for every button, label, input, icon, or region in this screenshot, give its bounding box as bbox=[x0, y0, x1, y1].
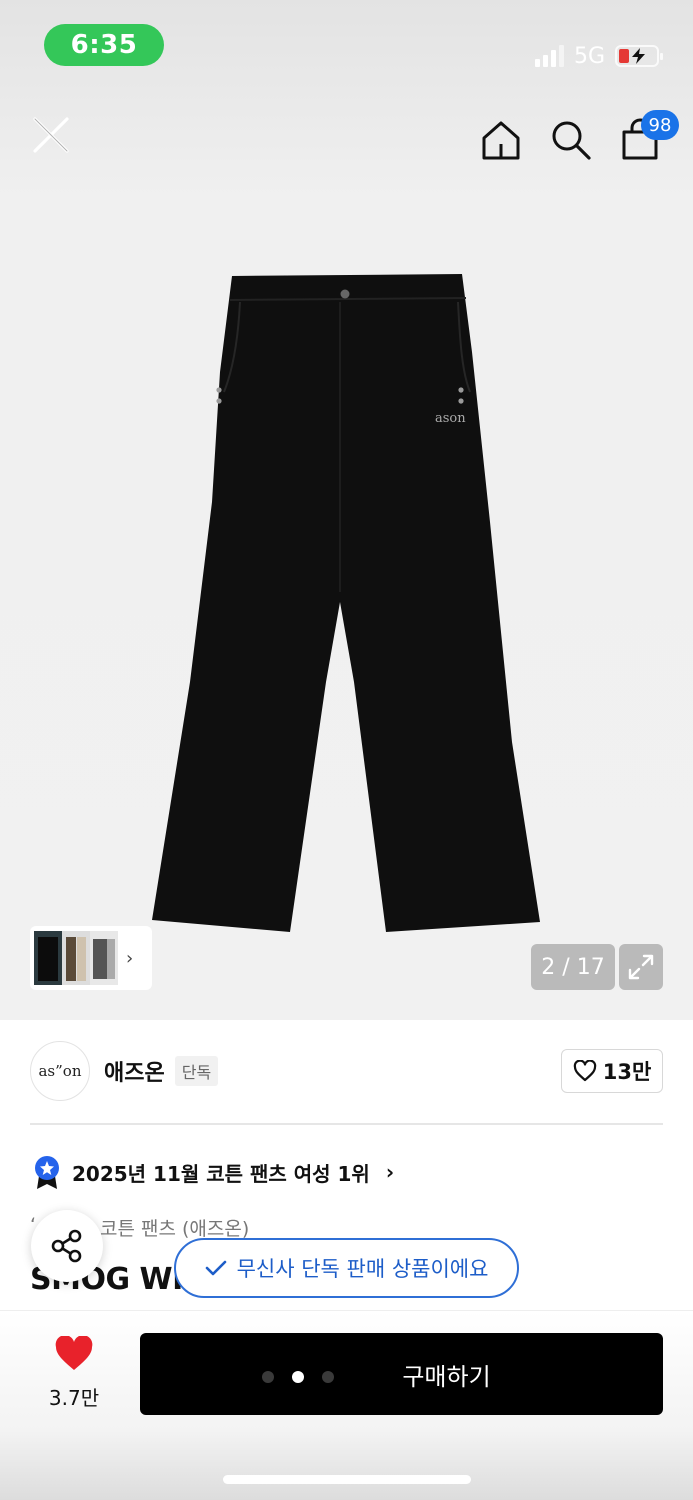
status-icons: 5G bbox=[534, 40, 663, 72]
top-nav-actions: 98 bbox=[479, 110, 679, 162]
cart-count-badge: 98 bbox=[641, 110, 679, 140]
cart-button[interactable]: 98 bbox=[619, 110, 679, 162]
rank-badge-icon bbox=[35, 1156, 59, 1189]
close-icon bbox=[33, 117, 69, 153]
product-image-gallery[interactable]: 6:35 5G 98 ason › 2 / 17 bbox=[0, 0, 693, 1020]
buy-button[interactable]: 구매하기 bbox=[140, 1333, 663, 1415]
home-icon bbox=[482, 121, 520, 160]
close-button[interactable] bbox=[30, 114, 72, 156]
home-indicator[interactable] bbox=[223, 1475, 471, 1484]
share-icon bbox=[51, 1229, 82, 1263]
battery-charging-icon bbox=[615, 45, 663, 67]
chevron-right-icon: › bbox=[385, 1160, 395, 1184]
network-type: 5G bbox=[573, 43, 605, 69]
wishlist-count: 3.7만 bbox=[48, 1386, 100, 1410]
exclusive-toast: 무신사 단독 판매 상품이에요 bbox=[174, 1238, 519, 1298]
divider bbox=[30, 1123, 663, 1125]
product-logo-print: ason bbox=[435, 411, 466, 426]
status-time: 6:35 bbox=[44, 24, 164, 66]
thumbnail-strip[interactable]: › bbox=[30, 926, 152, 990]
brand-like-count: 13만 bbox=[602, 1060, 652, 1084]
home-button[interactable] bbox=[479, 118, 523, 162]
search-icon bbox=[552, 121, 591, 160]
thumbnail-image[interactable] bbox=[34, 931, 62, 985]
wishlist-button[interactable]: 3.7만 bbox=[40, 1335, 108, 1411]
search-button[interactable] bbox=[549, 118, 593, 162]
brand-logo[interactable]: as”on bbox=[30, 1041, 90, 1101]
product-photo[interactable]: ason bbox=[140, 262, 560, 952]
dot bbox=[262, 1371, 274, 1383]
expand-button[interactable] bbox=[619, 944, 663, 990]
brand-name[interactable]: 애즈온 bbox=[104, 1055, 165, 1087]
toast-text: 무신사 단독 판매 상품이에요 bbox=[236, 1257, 489, 1281]
thumbnail-image[interactable] bbox=[62, 931, 90, 985]
heart-outline-icon bbox=[573, 1060, 596, 1082]
ranking-text: 2025년 11월 코튼 팬츠 여성 1위 bbox=[72, 1161, 370, 1186]
heart-filled-icon bbox=[55, 1335, 93, 1370]
share-button[interactable] bbox=[31, 1210, 103, 1282]
signal-icon bbox=[534, 45, 564, 67]
chevron-right-icon[interactable]: › bbox=[126, 948, 133, 969]
exclusive-tag: 단독 bbox=[174, 1056, 219, 1086]
brand-row: as”on 애즈온 단독 13만 bbox=[30, 1040, 663, 1102]
check-icon bbox=[205, 1260, 226, 1276]
brand-like-button[interactable]: 13만 bbox=[561, 1049, 663, 1093]
loading-dots bbox=[262, 1371, 334, 1383]
buy-button-label: 구매하기 bbox=[402, 1362, 491, 1391]
ranking-link[interactable]: 2025년 11월 코튼 팬츠 여성 1위 › bbox=[32, 1154, 394, 1190]
thumbnail-image[interactable] bbox=[90, 931, 118, 985]
expand-icon bbox=[628, 954, 654, 980]
image-counter: 2 / 17 bbox=[531, 944, 615, 990]
dot bbox=[322, 1371, 334, 1383]
dot-active bbox=[292, 1371, 304, 1383]
category-breadcrumb[interactable]: 코튼 팬츠 (애즈온) bbox=[100, 1214, 249, 1241]
